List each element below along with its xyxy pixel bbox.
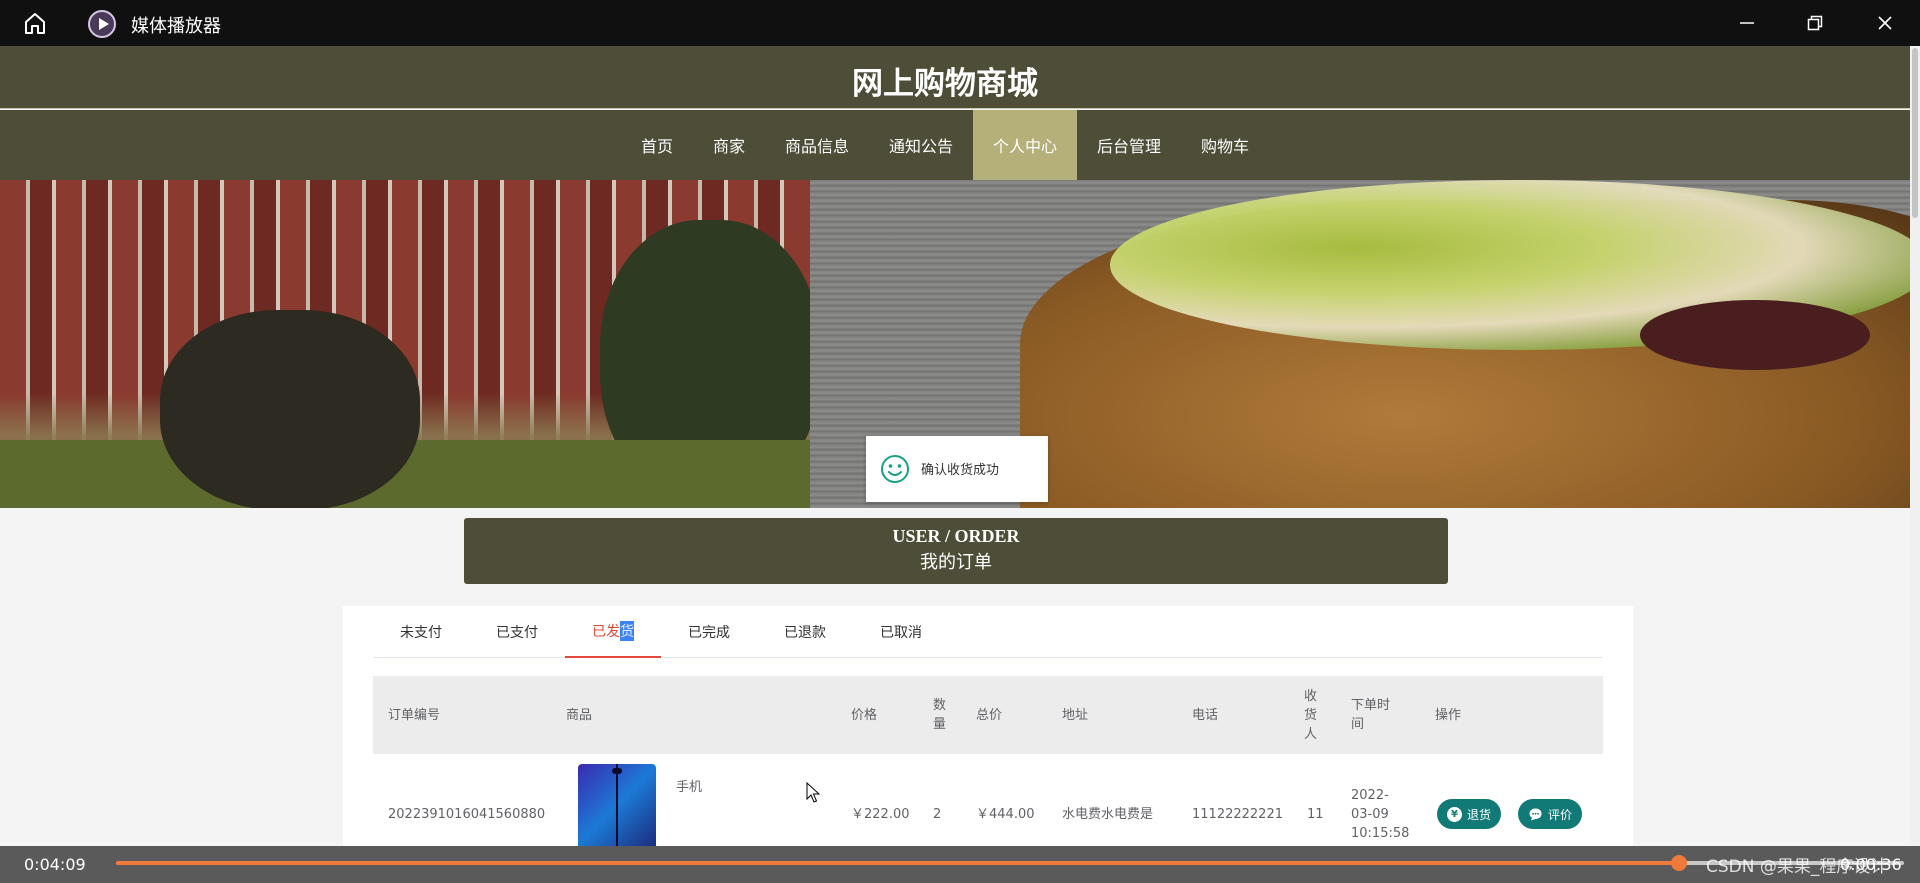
order-number: 2022391016041560880 [388,806,546,822]
total-cell: ￥444.00 [976,806,1035,822]
yen-icon: ¥ [1447,806,1462,822]
close-icon [1878,16,1892,30]
address-cell: 水电费水电费是 [1062,806,1154,822]
col-product: 商品 [566,707,593,723]
seek-bar-thumb[interactable] [1670,855,1687,871]
refund-label: 退货 [1467,807,1492,822]
receiver-cell: 11 [1307,806,1324,822]
site-title: 网上购物商城 [852,66,1038,102]
elapsed-time: 0:04:09 [24,855,86,874]
toast-message: 确认收货成功 [921,463,1000,478]
table-header: 订单编号 商品 价格 数量 总价 地址 电话 收货人 下单时间 操作 [373,676,1603,754]
restore-icon [1807,15,1823,31]
refund-button[interactable]: ¥ 退货 [1437,799,1502,829]
col-order-time: 下单时间 [1351,676,1390,754]
col-qty-line1: 数 [933,698,947,713]
text-selection: 货 [620,621,634,641]
section-title-en: USER / ORDER [892,526,1020,546]
app-title: 媒体播放器 [131,16,221,37]
home-icon[interactable] [22,10,48,36]
order-time-cell: 2022- 03-09 10:15:58 [1351,754,1409,846]
seek-bar[interactable] [116,855,1904,871]
site-header: 网上购物商城 [0,46,1910,109]
col-order-time-line1: 下单时 [1351,698,1391,713]
phone-cell: 11122222221 [1192,806,1283,822]
nav-item-products[interactable]: 商品信息 [765,110,869,180]
seek-bar-fill [116,861,1679,865]
col-price: 价格 [851,707,878,723]
tab-refunded[interactable]: 已退款 [757,606,853,658]
section-title-cn: 我的订单 [920,552,992,573]
tab-shipped-label: 已发 [592,624,620,640]
col-address: 地址 [1062,707,1089,723]
media-player-icon [88,10,116,38]
orders-panel: 未支付 已支付 已发货 已完成 已退款 已取消 订单编号 商品 价格 数量 总价… [343,606,1633,846]
tab-cancelled[interactable]: 已取消 [853,606,949,658]
col-receiver: 收货人 [1304,676,1317,754]
review-label: 评价 [1548,807,1573,822]
tab-completed[interactable]: 已完成 [661,606,757,658]
col-receiver-line2: 货 [1304,707,1318,723]
col-order-no: 订单编号 [388,707,441,723]
nav-item-notices[interactable]: 通知公告 [869,110,973,180]
order-time-line3: 10:15:58 [1351,825,1410,841]
csdn-watermark: CSDN @果果_程序设计 [1706,857,1888,877]
player-controls: 0:04:09 0:00:36 [0,846,1920,883]
order-time-line1: 2022- [1351,787,1389,803]
mouse-cursor-icon [806,782,820,803]
campus-photo [0,180,820,508]
nav-item-home[interactable]: 首页 [621,110,693,180]
col-qty: 数量 [933,676,946,754]
nav-item-admin[interactable]: 后台管理 [1077,110,1181,180]
comment-icon [1529,808,1542,820]
tab-paid[interactable]: 已支付 [469,606,565,658]
nav-item-profile[interactable]: 个人中心 [973,110,1078,180]
product-image[interactable] [578,764,656,846]
col-qty-line2: 量 [933,717,947,732]
page-scrollbar[interactable] [1910,46,1920,846]
tab-unpaid[interactable]: 未支付 [373,606,469,658]
col-receiver-line1: 收 [1304,688,1318,704]
table-row: 2022391016041560880 手机 ￥222.00 2 ￥444.00… [373,754,1603,846]
qty-cell: 2 [933,806,942,822]
maximize-button[interactable] [1792,6,1838,40]
scrollbar-thumb[interactable] [1912,48,1918,218]
close-button[interactable] [1862,6,1908,40]
product-name[interactable]: 手机 [676,776,702,795]
col-total: 总价 [976,707,1003,723]
web-page: 网上购物商城 首页 商家 商品信息 通知公告 个人中心 后台管理 购物车 确认收… [0,46,1910,846]
nav-item-cart[interactable]: 购物车 [1181,110,1269,180]
price-cell: ￥222.00 [851,806,910,822]
col-receiver-line3: 人 [1304,726,1318,742]
player-title-bar: 媒体播放器 [0,0,1920,46]
main-nav: 首页 商家 商品信息 通知公告 个人中心 后台管理 购物车 [0,110,1910,180]
order-time-line2: 03-09 [1351,806,1389,822]
section-header: USER / ORDER 我的订单 [464,518,1448,584]
order-status-tabs: 未支付 已支付 已发货 已完成 已退款 已取消 [373,606,1603,658]
col-order-time-line2: 间 [1351,717,1365,732]
review-button[interactable]: 评价 [1518,799,1583,829]
smile-icon [881,455,909,483]
tab-shipped[interactable]: 已发货 [565,606,661,658]
col-phone: 电话 [1192,707,1219,723]
minimize-button[interactable] [1724,6,1770,40]
minimize-icon [1740,22,1754,24]
col-actions: 操作 [1435,707,1462,723]
success-toast: 确认收货成功 [866,436,1048,502]
nav-item-merchants[interactable]: 商家 [693,110,765,180]
